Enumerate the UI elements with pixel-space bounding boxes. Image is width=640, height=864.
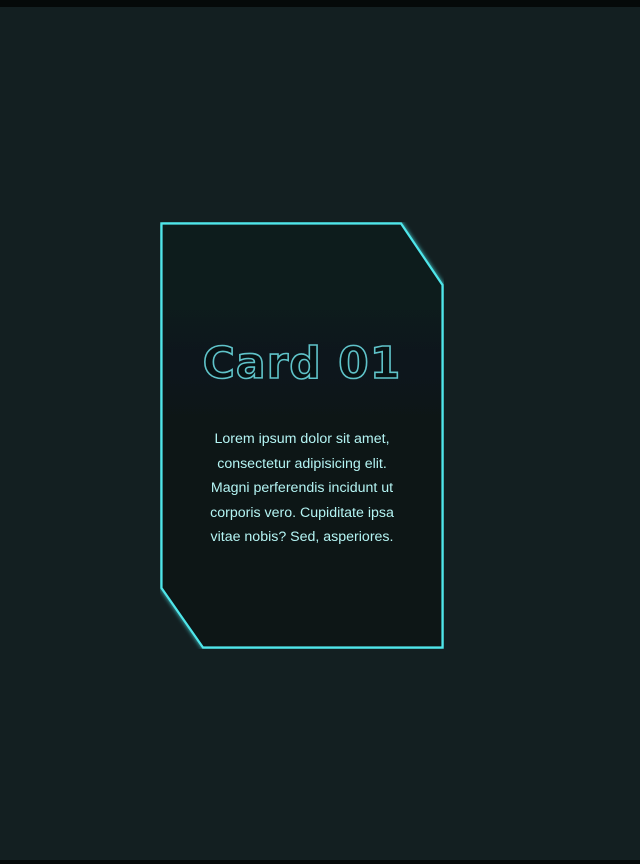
- card-title: Card 01: [202, 337, 402, 390]
- card-content: Card 01 Lorem ipsum dolor sit amet, cons…: [160, 222, 444, 649]
- bottom-edge-bar: [0, 860, 640, 864]
- card-description: Lorem ipsum dolor sit amet, consectetur …: [210, 431, 394, 545]
- card: Card 01 Lorem ipsum dolor sit amet, cons…: [160, 222, 444, 649]
- top-edge-bar: [0, 0, 640, 7]
